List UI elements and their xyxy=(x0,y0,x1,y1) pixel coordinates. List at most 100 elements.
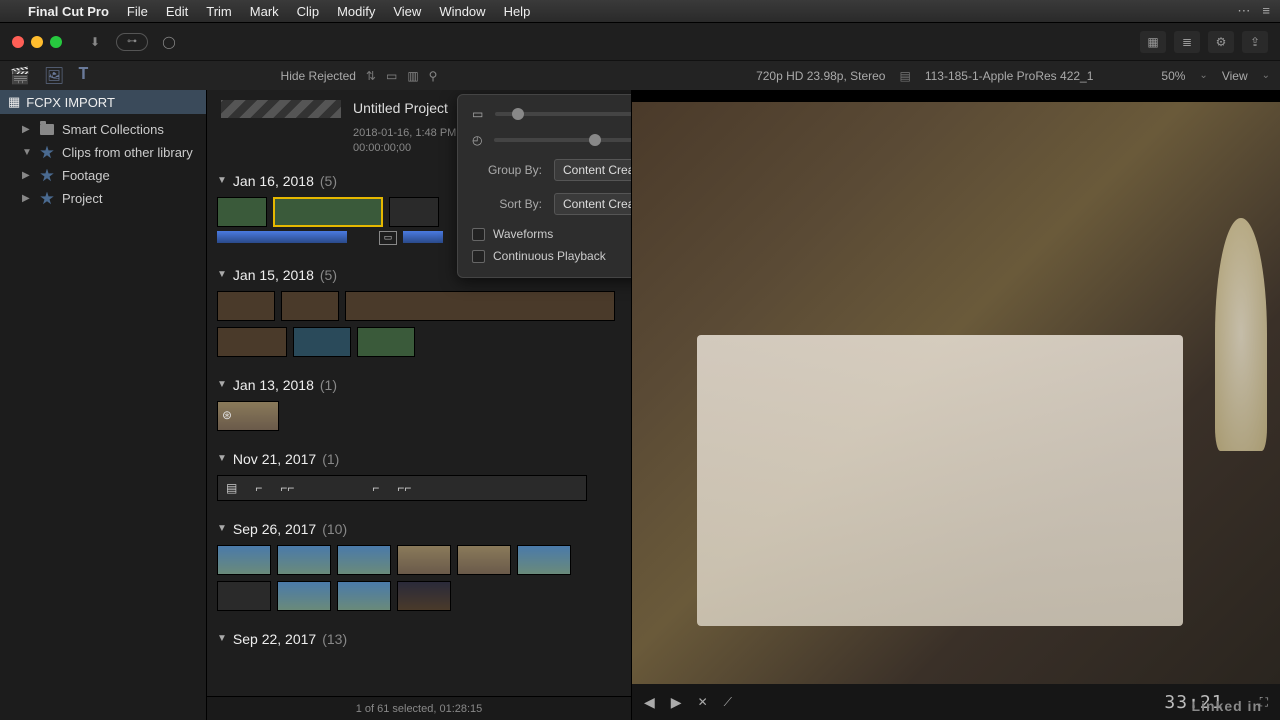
sidebar-item-clips-other[interactable]: ▼ Clips from other library xyxy=(0,141,206,164)
date-group-header[interactable]: ▼ Sep 22, 2017 (13) xyxy=(217,631,621,647)
bg-tasks-icon[interactable]: ◯ xyxy=(158,32,180,52)
clip-count: (1) xyxy=(322,451,339,467)
audio-skimmer-icon[interactable]: ⟋ xyxy=(724,695,732,710)
compound-clip-icon[interactable]: ▭ xyxy=(379,231,397,245)
date-group-header[interactable]: ▼ Nov 21, 2017 (1) xyxy=(217,451,621,467)
clip-thumbnail[interactable] xyxy=(345,291,615,321)
chevron-down-icon: ⌄ xyxy=(1199,70,1207,81)
clip-thumbnail[interactable] xyxy=(217,581,271,611)
duration-slider[interactable] xyxy=(494,138,632,142)
angle-marker-icon: ⌐ xyxy=(372,481,379,495)
inspector-color-icon[interactable]: ≣ xyxy=(1174,31,1200,53)
date-label: Nov 21, 2017 xyxy=(233,451,316,467)
clip-thumbnail[interactable] xyxy=(337,545,391,575)
share-icon[interactable]: ⇪ xyxy=(1242,31,1268,53)
app-name[interactable]: Final Cut Pro xyxy=(28,4,109,19)
minimize-window[interactable] xyxy=(31,36,43,48)
filmstrip-icon[interactable]: ▥ xyxy=(407,69,418,83)
clip-thumbnail[interactable] xyxy=(281,291,339,321)
menu-clip[interactable]: Clip xyxy=(297,4,319,19)
clip-count: (10) xyxy=(322,521,347,537)
clip-thumbnail-selected[interactable] xyxy=(273,197,383,227)
titles-mode-icon[interactable]: 𝐓 xyxy=(78,66,88,86)
clip-waveform[interactable] xyxy=(403,231,443,243)
clip-count: (1) xyxy=(320,377,337,393)
view-menu[interactable]: View xyxy=(1222,69,1248,83)
angle-marker-icon: ⌐⌐ xyxy=(397,481,411,495)
clip-thumbnail[interactable] xyxy=(397,581,451,611)
clip-thumbnail[interactable] xyxy=(293,327,351,357)
zoom-window[interactable] xyxy=(50,36,62,48)
menu-view[interactable]: View xyxy=(393,4,421,19)
menu-mark[interactable]: Mark xyxy=(250,4,279,19)
clip-thumbnail[interactable] xyxy=(357,327,415,357)
disclosure-triangle-icon[interactable]: ▼ xyxy=(217,523,227,534)
multicam-icon: ▤ xyxy=(226,481,237,495)
date-group-header[interactable]: ▼ Sep 26, 2017 (10) xyxy=(217,521,621,537)
disclosure-triangle-icon[interactable]: ▼ xyxy=(217,453,227,464)
date-group-header[interactable]: ▼ Jan 13, 2018 (1) xyxy=(217,377,621,393)
library-icon: ▦ xyxy=(8,94,20,110)
chevron-updown-icon: ⇅ xyxy=(366,69,376,83)
multicam-clip[interactable]: ▤ ⌐ ⌐⌐ ⌐ ⌐⌐ xyxy=(217,475,587,501)
viewer-canvas[interactable] xyxy=(632,102,1280,684)
clip-waveform[interactable] xyxy=(217,231,347,243)
library-mode-icon[interactable]: 🎬 xyxy=(10,66,30,86)
group-by-select[interactable]: Content Created xyxy=(554,159,632,181)
clip-thumbnail[interactable] xyxy=(337,581,391,611)
sidebar-item-project[interactable]: ▶ Project xyxy=(0,187,206,210)
menu-file[interactable]: File xyxy=(127,4,148,19)
play-button[interactable]: ▶ xyxy=(671,694,682,711)
continuous-label: Continuous Playback xyxy=(493,249,606,263)
clip-thumbnail[interactable] xyxy=(457,545,511,575)
close-window[interactable] xyxy=(12,36,24,48)
clip-thumbnail[interactable] xyxy=(389,197,439,227)
clip-height-slider[interactable] xyxy=(495,112,632,116)
import-icon[interactable]: ⬇ xyxy=(84,32,106,52)
clip-thumbnail[interactable] xyxy=(517,545,571,575)
clip-thumbnail[interactable] xyxy=(397,545,451,575)
inspector-adjust-icon[interactable]: ⚙ xyxy=(1208,31,1234,53)
photos-mode-icon[interactable]: 🖼 xyxy=(44,66,64,86)
clip-thumbnail-360[interactable]: ⊛ xyxy=(217,401,279,431)
app-toolbar: ⬇ ⊶ ◯ ▦ ≣ ⚙ ⇪ xyxy=(0,22,1280,60)
project-date: 2018-01-16, 1:48 PM xyxy=(353,126,456,141)
play-prev-icon[interactable]: ◀ xyxy=(644,694,655,711)
waveforms-checkbox-row[interactable]: Waveforms xyxy=(472,227,632,241)
menubar-list-icon[interactable]: ≡ xyxy=(1262,3,1270,19)
menu-help[interactable]: Help xyxy=(504,4,531,19)
sort-by-select[interactable]: Content Created xyxy=(554,193,632,215)
clip-thumbnail[interactable] xyxy=(277,545,331,575)
inspector-video-icon[interactable]: ▦ xyxy=(1140,31,1166,53)
clip-thumbnail[interactable] xyxy=(217,545,271,575)
skimmer-icon[interactable]: ✕ xyxy=(698,695,708,709)
checkbox-icon[interactable] xyxy=(472,250,485,263)
checkbox-icon[interactable] xyxy=(472,228,485,241)
disclosure-triangle-icon[interactable]: ▼ xyxy=(217,633,227,644)
clip-thumbnail[interactable] xyxy=(217,197,267,227)
menu-edit[interactable]: Edit xyxy=(166,4,188,19)
project-timecode: 00:00:00;00 xyxy=(353,141,456,156)
menubar-extra-icon[interactable]: ⋯ xyxy=(1237,3,1250,19)
sidebar-item-smart-collections[interactable]: ▶ Smart Collections xyxy=(0,118,206,141)
clip-thumbnail[interactable] xyxy=(217,327,287,357)
disclosure-triangle-icon[interactable]: ▼ xyxy=(217,379,227,390)
clip-thumbnail[interactable] xyxy=(277,581,331,611)
disclosure-triangle-icon[interactable]: ▼ xyxy=(217,269,227,280)
menu-modify[interactable]: Modify xyxy=(337,4,375,19)
menu-trim[interactable]: Trim xyxy=(206,4,232,19)
project-title[interactable]: Untitled Project xyxy=(353,100,456,116)
library-header[interactable]: ▦ FCPX IMPORT xyxy=(0,90,206,114)
keyword-icon[interactable]: ⊶ xyxy=(116,33,148,51)
hide-rejected-dropdown[interactable]: Hide Rejected xyxy=(281,69,356,83)
disclosure-triangle-icon[interactable]: ▼ xyxy=(217,175,227,186)
search-icon[interactable]: ⚲ xyxy=(429,69,438,83)
sidebar-item-label: Smart Collections xyxy=(62,122,164,137)
viewer-format: 720p HD 23.98p, Stereo xyxy=(756,69,885,83)
clip-appearance-icon[interactable]: ▭ xyxy=(386,69,397,83)
sidebar-item-footage[interactable]: ▶ Footage xyxy=(0,164,206,187)
zoom-level[interactable]: 50% xyxy=(1161,69,1185,83)
continuous-playback-row[interactable]: Continuous Playback xyxy=(472,249,632,263)
clip-thumbnail[interactable] xyxy=(217,291,275,321)
menu-window[interactable]: Window xyxy=(439,4,485,19)
